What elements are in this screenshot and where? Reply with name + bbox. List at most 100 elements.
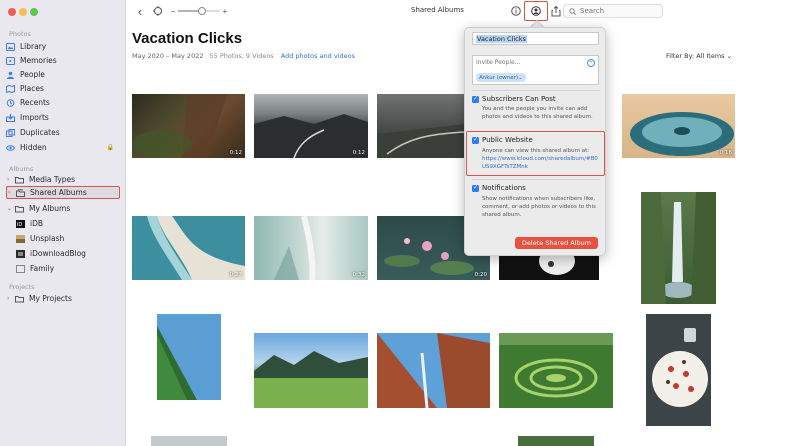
album-meta: May 2020 – May 2022 55 Photos, 9 Videos Ad… (132, 52, 355, 60)
toolbar: ‹ − + Shared Albums (126, 0, 800, 24)
sidebar-item-label: Memories (20, 56, 57, 65)
sidebar-item-shared-albums[interactable]: › Shared Albums (6, 186, 120, 199)
sidebar-item-label: Shared Albums (30, 188, 87, 197)
folder-icon (15, 295, 24, 303)
chevron-down-icon: ⌄ (726, 52, 733, 60)
sidebar-item-idownloadblog[interactable]: iDownloadBlog (16, 247, 120, 260)
photo-thumbnail[interactable]: 0:32 (254, 216, 368, 280)
sidebar-item-memories[interactable]: Memories (6, 54, 120, 67)
sidebar-item-unsplash[interactable]: Unsplash (16, 232, 120, 245)
notifications-desc: Show notifications when subscribers like… (482, 196, 596, 218)
photo-thumbnail[interactable]: 0:18 (622, 94, 735, 158)
owner-token[interactable]: Ankur (owner) ⌄ (476, 73, 526, 82)
chevron-right-icon[interactable]: › (7, 176, 13, 183)
sidebar-item-library[interactable]: Library (6, 40, 120, 53)
close-window-button[interactable] (8, 8, 16, 16)
chevron-down-icon[interactable]: ⌄ (7, 205, 13, 212)
photo-thumbnail[interactable]: 0:12 (132, 94, 245, 158)
sidebar-item-imports[interactable]: Imports (6, 111, 120, 124)
hidden-icon (6, 144, 15, 152)
album-thumbnail-family (16, 264, 25, 273)
subscribers-can-post-title: Subscribers Can Post (482, 95, 556, 103)
search-input[interactable] (580, 7, 660, 15)
invite-people-input[interactable] (476, 59, 576, 66)
toolbar-title: Shared Albums (411, 6, 464, 14)
sidebar-item-label: Unsplash (30, 234, 65, 243)
sidebar-item-places[interactable]: Places (6, 82, 120, 95)
sidebar-item-label: Library (20, 42, 47, 51)
photo-thumbnail[interactable] (157, 314, 221, 400)
delete-shared-album-button[interactable]: Delete Shared Album (515, 237, 598, 249)
section-header-albums: Albums (9, 165, 34, 173)
photo-thumbnail[interactable] (518, 436, 594, 446)
album-name-value: Vacation Clicks (476, 34, 527, 43)
sidebar-item-people[interactable]: People (6, 68, 120, 81)
search-icon (569, 7, 576, 15)
section-header-projects: Projects (9, 283, 35, 291)
album-count: 55 Photos, 9 Videos (209, 52, 274, 60)
owner-token-label: Ankur (owner) (479, 74, 519, 81)
sidebar-item-media-types[interactable]: › Media Types (6, 173, 120, 186)
subscribers-can-post-checkbox[interactable]: ✓ (472, 96, 479, 103)
zoom-window-button[interactable] (30, 8, 38, 16)
people-icon (6, 71, 15, 79)
video-duration: 0:18 (719, 150, 732, 156)
sidebar: Photos Library Memories People Places Re… (0, 0, 126, 446)
sidebar-item-duplicates[interactable]: Duplicates (6, 126, 120, 139)
photo-thumbnail[interactable] (377, 333, 490, 408)
photo-thumbnail[interactable] (641, 192, 716, 304)
invite-people-field[interactable]: + Ankur (owner)⌄ (472, 55, 599, 85)
photo-thumbnail[interactable]: 0:27 (132, 216, 245, 280)
sidebar-item-hidden[interactable]: Hidden 🔒 (6, 141, 120, 154)
lock-icon: 🔒 (106, 144, 114, 151)
sidebar-item-label: Family (30, 264, 55, 273)
photo-thumbnail[interactable] (254, 333, 368, 408)
add-photos-link[interactable]: Add photos and videos (281, 52, 355, 60)
search-field[interactable] (563, 4, 663, 18)
video-duration: 0:27 (229, 272, 242, 278)
sidebar-item-label: Imports (20, 113, 49, 122)
zoom-out-icon[interactable]: − (170, 4, 176, 18)
notifications-title: Notifications (482, 184, 526, 192)
photo-thumbnail[interactable]: 0:12 (254, 94, 368, 158)
video-duration: 0:12 (352, 150, 365, 156)
sidebar-item-label: Places (20, 84, 44, 93)
chevron-down-icon: ⌄ (518, 74, 523, 81)
photo-library-icon (6, 42, 15, 51)
minimize-window-button[interactable] (19, 8, 27, 16)
photo-thumbnail[interactable] (646, 314, 711, 426)
sidebar-item-label: iDownloadBlog (30, 249, 86, 258)
public-website-highlight (466, 131, 605, 176)
folder-icon (15, 176, 24, 184)
sidebar-item-idb[interactable]: iD iDB (16, 217, 120, 230)
photo-thumbnail[interactable] (151, 436, 227, 446)
album-name-field[interactable]: Vacation Clicks (472, 32, 599, 45)
sidebar-item-label: My Projects (29, 294, 72, 303)
sidebar-item-label: Hidden (20, 143, 47, 152)
chevron-right-icon[interactable]: › (8, 189, 14, 196)
back-chevron-icon[interactable]: ‹ (134, 4, 146, 19)
sidebar-item-label: My Albums (29, 204, 71, 213)
rotate-icon[interactable] (152, 4, 164, 18)
photo-thumbnail[interactable] (499, 333, 613, 408)
album-thumbnail-idb: iD (16, 219, 25, 228)
notifications-checkbox[interactable]: ✓ (472, 185, 479, 192)
sidebar-item-my-albums[interactable]: ⌄ My Albums (6, 202, 120, 215)
chevron-right-icon[interactable]: › (7, 295, 13, 302)
sidebar-item-family[interactable]: Family (16, 262, 120, 275)
photo-thumbnail[interactable] (499, 256, 599, 280)
sidebar-item-label: Media Types (29, 175, 76, 184)
filter-dropdown[interactable]: Filter By: All Items ⌄ (666, 52, 732, 60)
subscribers-can-post-desc: You and the people you invite can add ph… (482, 106, 593, 120)
photo-thumbnail[interactable] (377, 94, 465, 158)
zoom-slider[interactable] (178, 4, 220, 18)
sidebar-item-my-projects[interactable]: › My Projects (6, 292, 120, 305)
zoom-in-icon[interactable]: + (222, 4, 228, 18)
share-icon[interactable] (550, 4, 562, 18)
add-person-icon[interactable]: + (587, 59, 595, 67)
filter-value: All Items (696, 52, 725, 60)
folder-icon (15, 205, 24, 213)
sidebar-item-recents[interactable]: Recents (6, 96, 120, 109)
album-title: Vacation Clicks (132, 30, 243, 47)
info-icon[interactable] (510, 4, 522, 18)
